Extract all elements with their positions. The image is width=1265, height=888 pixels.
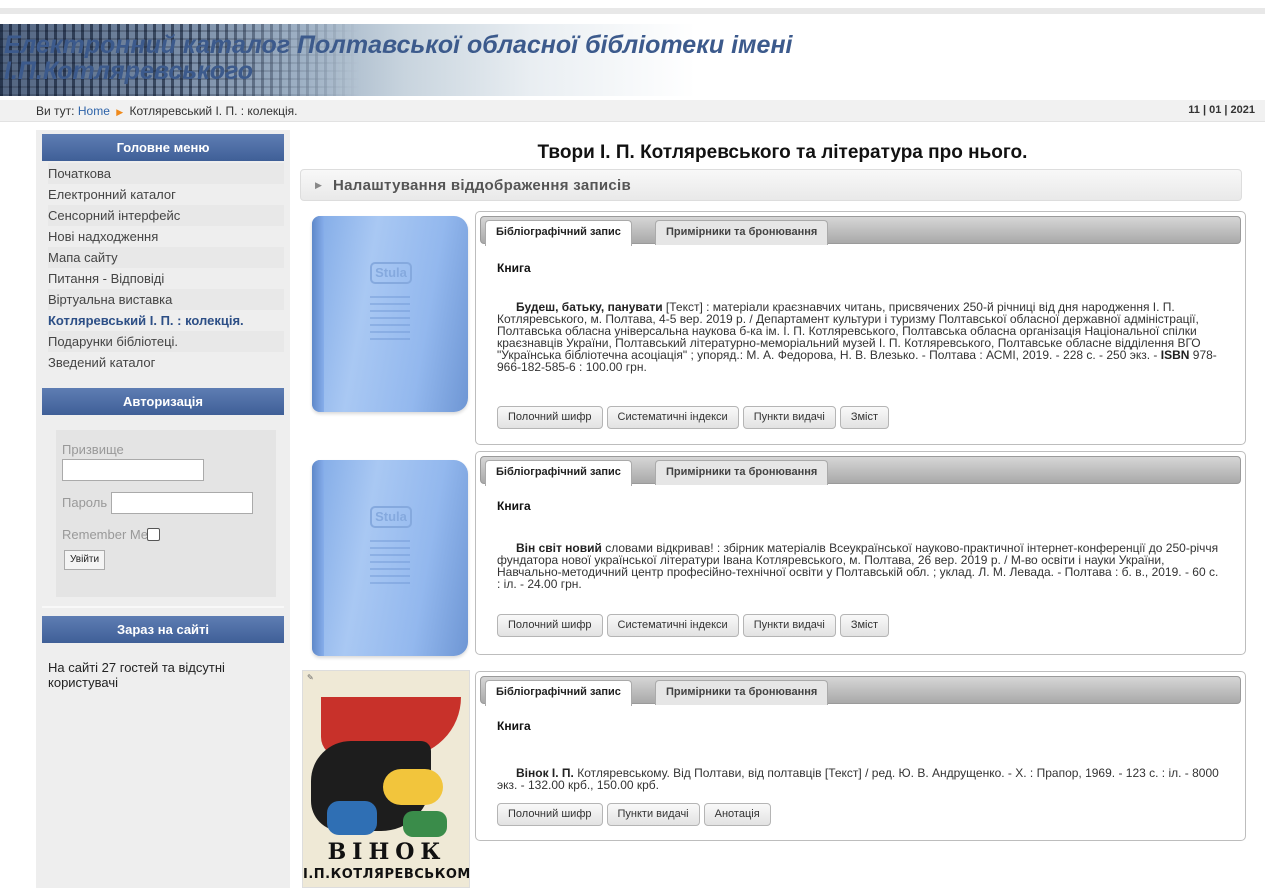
remember-checkbox[interactable] bbox=[147, 528, 160, 541]
login-button[interactable]: Увійти bbox=[64, 550, 106, 570]
sidebar-item-new[interactable]: Нові надходження bbox=[48, 226, 284, 247]
shelf-code-button[interactable]: Полочний шифр bbox=[497, 803, 603, 826]
tab-copies[interactable]: Примірники та бронювання bbox=[655, 220, 829, 245]
sidebar-item-touch[interactable]: Сенсорний інтерфейс bbox=[48, 205, 284, 226]
top-divider bbox=[0, 8, 1265, 14]
book-placeholder-image: Stula bbox=[312, 460, 468, 656]
shelf-code-button[interactable]: Полочний шифр bbox=[497, 406, 603, 429]
breadcrumb-bar: Ви тут: Home ▶ Котляревський І. П. : кол… bbox=[0, 100, 1265, 122]
login-form: Призвище Пароль Remember Me Увійти bbox=[56, 430, 276, 597]
site-title: Електронний каталог Полтавської обласної… bbox=[4, 31, 793, 85]
issue-points-button[interactable]: Пункти видачі bbox=[742, 406, 836, 429]
cover-lines bbox=[370, 536, 410, 584]
art-shape bbox=[403, 811, 447, 837]
record-actions: Полочний шифр Систематичні індекси Пункти … bbox=[497, 406, 893, 429]
record-description: Вінок І. П. Котляревському. Від Полтави,… bbox=[497, 767, 1222, 791]
cover-name: І.П.КОТЛЯРЕВСЬКОМУ bbox=[303, 867, 470, 882]
record-actions: Полочний шифр Пункти видачі Анотація bbox=[497, 803, 775, 826]
art-shape bbox=[383, 769, 443, 805]
password-input[interactable] bbox=[111, 492, 253, 514]
illustrated-cover-image: ✎ ВІНОК І.П.КОТЛЯРЕВСЬКОМУ bbox=[302, 670, 470, 888]
online-header: Зараз на сайті bbox=[42, 616, 284, 643]
remember-label: Remember Me bbox=[62, 527, 148, 542]
breadcrumb: Ви тут: Home ▶ Котляревський І. П. : кол… bbox=[36, 104, 298, 118]
record-card: Бібліографічний запис Примірники та брон… bbox=[475, 671, 1246, 841]
sidebar-item-kotliarevsky[interactable]: Котляревський І. П. : колекція. bbox=[48, 310, 284, 331]
record-card: Бібліографічний запис Примірники та брон… bbox=[475, 211, 1246, 445]
issue-points-button[interactable]: Пункти видачі bbox=[606, 803, 700, 826]
tab-copies[interactable]: Примірники та бронювання bbox=[655, 460, 829, 485]
sidebar-item-gifts[interactable]: Подарунки бібліотеці. bbox=[48, 331, 284, 352]
sidebar-item-exhibition[interactable]: Віртуальна виставка bbox=[48, 289, 284, 310]
record-tabs: Бібліографічний запис Примірники та брон… bbox=[480, 676, 1241, 706]
book-cover-1[interactable]: Stula bbox=[302, 216, 468, 416]
sidebar-item-catalog[interactable]: Електронний каталог bbox=[48, 184, 284, 205]
shelf-code-button[interactable]: Полочний шифр bbox=[497, 614, 603, 637]
tab-bibliographic[interactable]: Бібліографічний запис bbox=[485, 460, 632, 486]
sidebar-item-faq[interactable]: Питання - Відповіді bbox=[48, 268, 284, 289]
contents-button[interactable]: Зміст bbox=[839, 406, 890, 429]
current-date: 11 | 01 | 2021 bbox=[1188, 104, 1255, 116]
issue-points-button[interactable]: Пункти видачі bbox=[742, 614, 836, 637]
record-text: словами відкривав! : збірник матеріалів … bbox=[497, 541, 1219, 591]
header-banner: Електронний каталог Полтавської обласної… bbox=[0, 24, 1265, 96]
record-type: Книга bbox=[497, 499, 531, 513]
sidebar: Головне меню Початкова Електронний катал… bbox=[36, 130, 290, 888]
breadcrumb-current: Котляревський І. П. : колекція. bbox=[129, 104, 298, 118]
record-text: Котляревському. Від Полтави, від полтавц… bbox=[497, 766, 1219, 792]
auth-header: Авторизація bbox=[42, 388, 284, 415]
sidebar-divider bbox=[42, 606, 284, 608]
main-menu-header: Головне меню bbox=[42, 134, 284, 161]
expand-triangle-icon: ▶ bbox=[315, 180, 322, 190]
breadcrumb-prefix: Ви тут: bbox=[36, 104, 75, 118]
record-description: Будеш, батьку, панувати [Текст] : матері… bbox=[497, 301, 1222, 373]
cover-lines bbox=[370, 292, 410, 340]
record-tabs: Бібліографічний запис Примірники та брон… bbox=[480, 456, 1241, 486]
surname-label: Призвище bbox=[62, 442, 124, 457]
book-placeholder-image: Stula bbox=[312, 216, 468, 412]
cover-word: ВІНОК bbox=[327, 839, 447, 865]
sidebar-item-sitemap[interactable]: Мапа сайту bbox=[48, 247, 284, 268]
tab-bibliographic[interactable]: Бібліографічний запис bbox=[485, 220, 632, 246]
display-settings-label: Налаштування віддображення записів bbox=[333, 177, 632, 194]
record-description: Він світ новий словами відкривав! : збір… bbox=[497, 542, 1222, 590]
record-card: Бібліографічний запис Примірники та брон… bbox=[475, 451, 1246, 655]
breadcrumb-home-link[interactable]: Home bbox=[78, 104, 110, 118]
systematic-index-button[interactable]: Систематичні індекси bbox=[606, 406, 739, 429]
isbn-label: ISBN bbox=[1160, 348, 1190, 362]
record-actions: Полочний шифр Систематичні індекси Пункти … bbox=[497, 614, 893, 637]
online-status: На сайті 27 гостей та відсутні користува… bbox=[48, 660, 225, 690]
record-tabs: Бібліографічний запис Примірники та брон… bbox=[480, 216, 1241, 246]
annotation-button[interactable]: Анотація bbox=[703, 803, 771, 826]
sidebar-item-union-catalog[interactable]: Зведений каталог bbox=[48, 352, 284, 373]
record-type: Книга bbox=[497, 719, 531, 733]
main-menu: Початкова Електронний каталог Сенсорний … bbox=[48, 163, 284, 373]
tab-bibliographic[interactable]: Бібліографічний запис bbox=[485, 680, 632, 706]
cover-emblem: Stula bbox=[370, 262, 412, 284]
display-settings-toggle[interactable]: ▶ Налаштування віддображення записів bbox=[300, 169, 1242, 201]
page-title: Твори І. П. Котляревського та література… bbox=[537, 142, 1028, 163]
systematic-index-button[interactable]: Систематичні індекси bbox=[606, 614, 739, 637]
cover-mark: ✎ bbox=[307, 673, 314, 682]
book-cover-2[interactable]: Stula bbox=[302, 460, 468, 660]
cover-emblem: Stula bbox=[370, 506, 412, 528]
sidebar-item-home[interactable]: Початкова bbox=[48, 163, 284, 184]
art-shape bbox=[327, 801, 377, 835]
surname-input[interactable] bbox=[62, 459, 204, 481]
contents-button[interactable]: Зміст bbox=[839, 614, 890, 637]
password-label: Пароль bbox=[62, 495, 108, 510]
record-type: Книга bbox=[497, 261, 531, 275]
book-cover-3[interactable]: ✎ ВІНОК І.П.КОТЛЯРЕВСЬКОМУ bbox=[302, 670, 470, 888]
tab-copies[interactable]: Примірники та бронювання bbox=[655, 680, 829, 705]
breadcrumb-arrow-icon: ▶ bbox=[116, 107, 124, 117]
